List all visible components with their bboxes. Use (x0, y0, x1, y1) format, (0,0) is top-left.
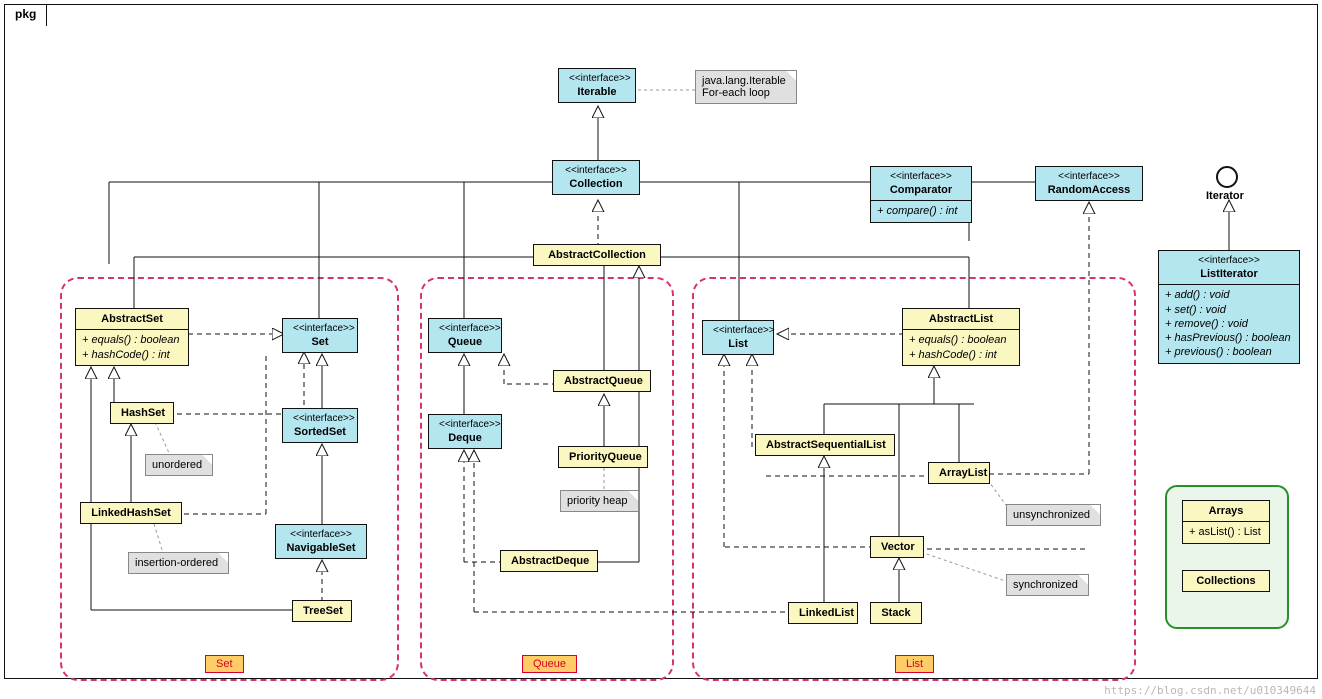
class-arrays: Arrays + asList() : List (1182, 500, 1270, 544)
class-abstractqueue: AbstractQueue (553, 370, 651, 392)
note-sync: synchronized (1006, 574, 1089, 596)
class-sortedset: <<interface>>SortedSet (282, 408, 358, 443)
class-hashset: HashSet (110, 402, 174, 424)
class-iterable: <<interface>>Iterable (558, 68, 636, 103)
class-navigableset: <<interface>>NavigableSet (275, 524, 367, 559)
class-priorityqueue: PriorityQueue (558, 446, 648, 468)
class-linkedhashset: LinkedHashSet (80, 502, 182, 524)
class-list: <<interface>>List (702, 320, 774, 355)
note-unordered: unordered (145, 454, 213, 476)
class-stack: Stack (870, 602, 922, 624)
class-abstractset: AbstractSet + equals() : boolean+ hashCo… (75, 308, 189, 366)
package-tab: pkg (4, 4, 47, 26)
class-deque: <<interface>>Deque (428, 414, 502, 449)
iterator-label: Iterator (1206, 190, 1244, 202)
class-linkedlist: LinkedList (788, 602, 858, 624)
note-insertion: insertion-ordered (128, 552, 229, 574)
class-abstractlist: AbstractList + equals() : boolean+ hashC… (902, 308, 1020, 366)
class-randomaccess: <<interface>>RandomAccess (1035, 166, 1143, 201)
class-arraylist: ArrayList (928, 462, 990, 484)
class-collections: Collections (1182, 570, 1270, 592)
watermark: https://blog.csdn.net/u010349644 (1104, 684, 1316, 697)
class-collection: <<interface>>Collection (552, 160, 640, 195)
iterator-circle (1216, 166, 1238, 188)
class-treeset: TreeSet (292, 600, 352, 622)
class-abstractdeque: AbstractDeque (500, 550, 598, 572)
class-set: <<interface>>Set (282, 318, 358, 353)
note-iterable: java.lang.IterableFor-each loop (695, 70, 797, 104)
class-listiterator: <<interface>>ListIterator + add() : void… (1158, 250, 1300, 364)
note-pheap: priority heap (560, 490, 639, 512)
connectors (4, 4, 1318, 679)
class-comparator: <<interface>>Comparator + compare() : in… (870, 166, 972, 223)
class-vector: Vector (870, 536, 924, 558)
class-abstractsequentiallist: AbstractSequentialList (755, 434, 895, 456)
note-unsync: unsynchronized (1006, 504, 1101, 526)
class-queue: <<interface>>Queue (428, 318, 502, 353)
diagram-root: pkg Set Queue List (0, 0, 1322, 699)
class-abstractcollection: AbstractCollection (533, 244, 661, 266)
